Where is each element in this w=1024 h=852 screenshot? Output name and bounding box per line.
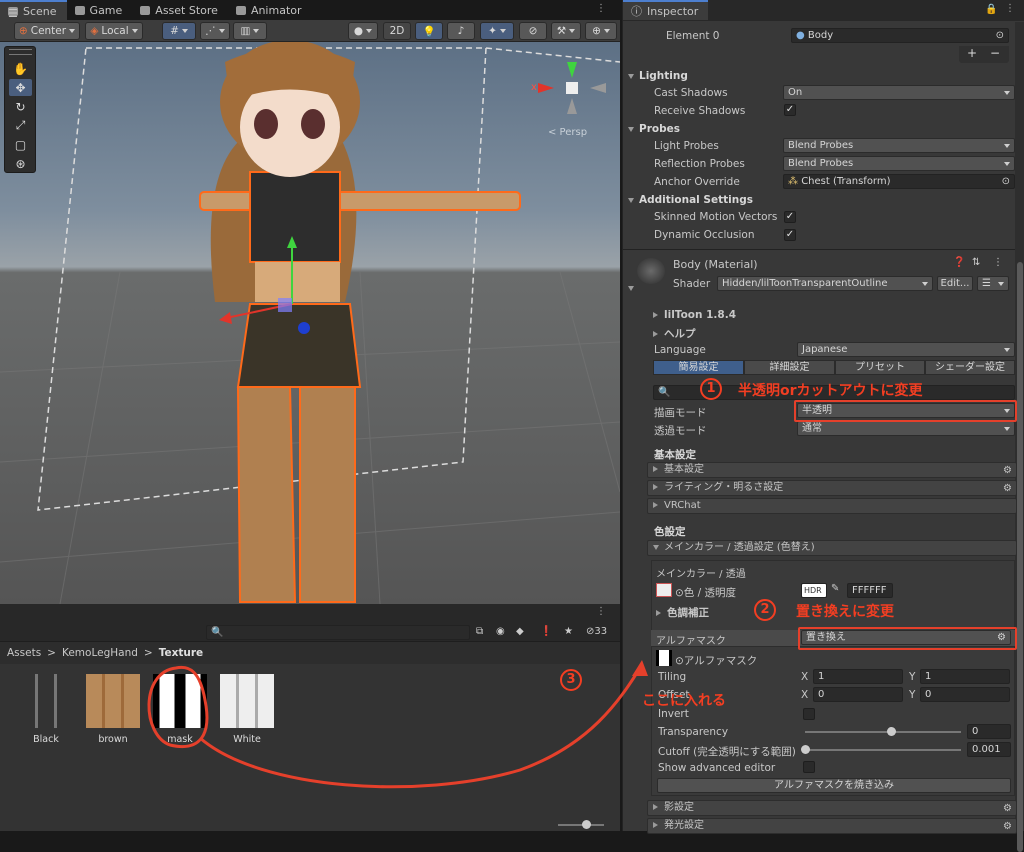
annotation-drawings: [147, 660, 648, 789]
